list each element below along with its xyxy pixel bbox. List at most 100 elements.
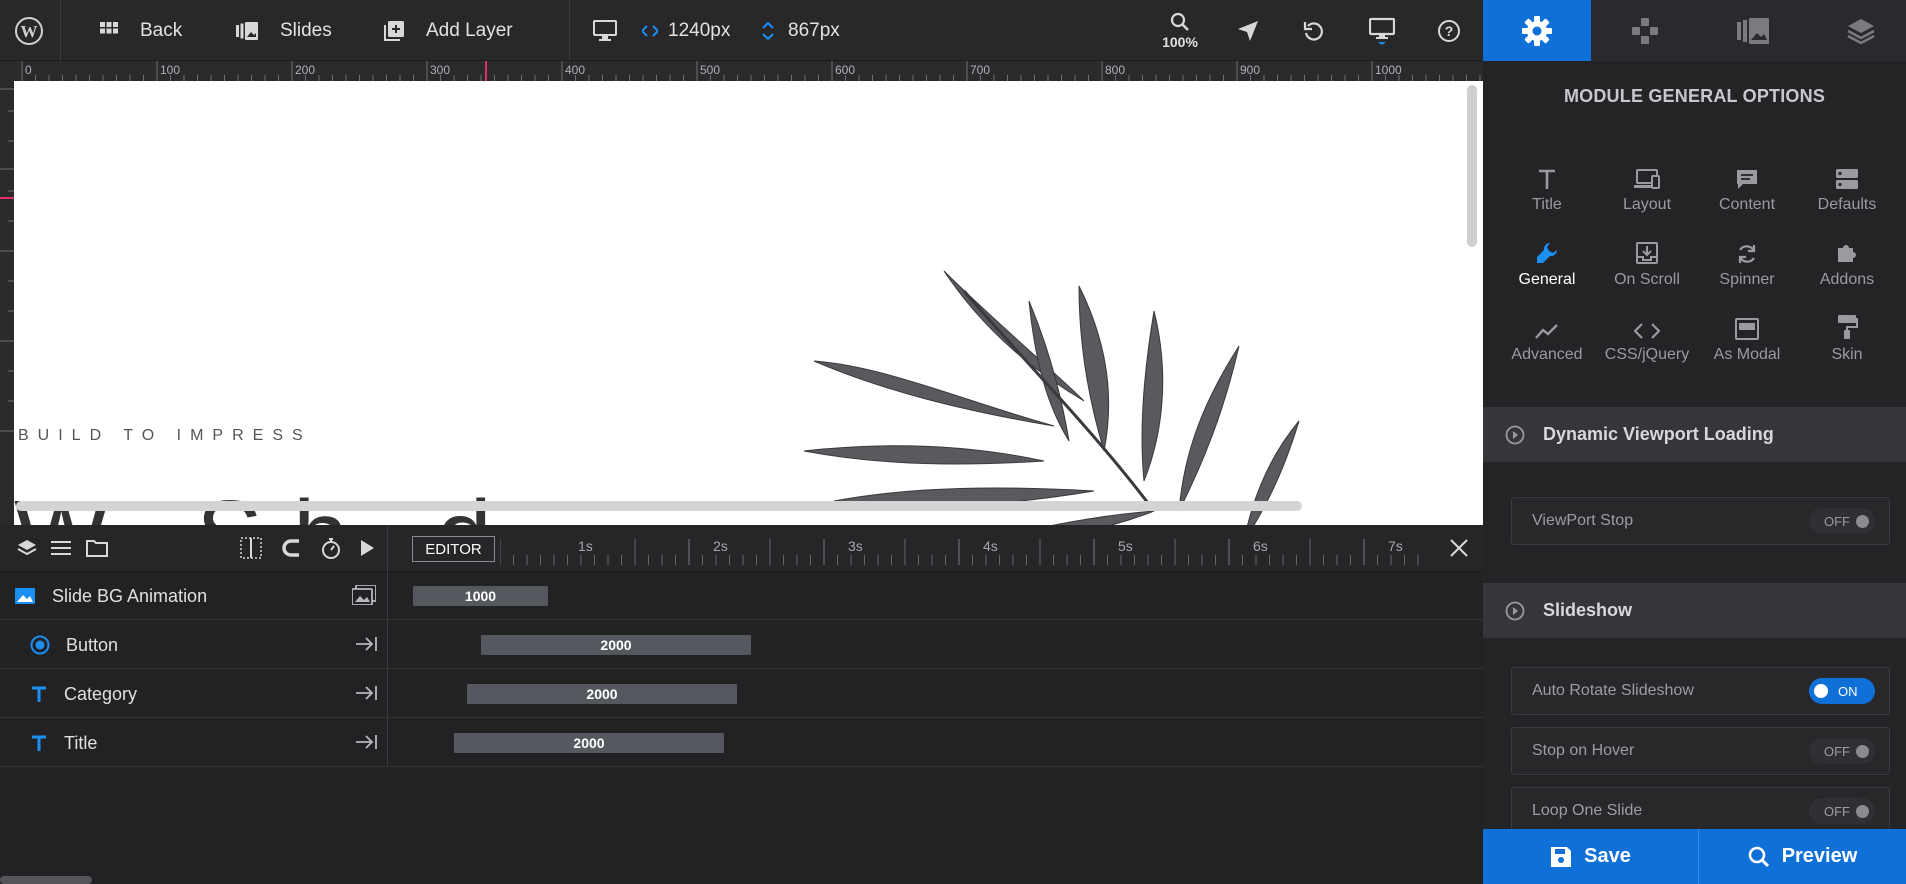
option-label: Layout xyxy=(1622,196,1672,213)
list-icon[interactable] xyxy=(48,535,74,561)
animation-bar[interactable]: 2000 xyxy=(481,635,751,655)
preview-button[interactable]: Preview xyxy=(1699,829,1906,884)
play-icon[interactable] xyxy=(354,535,380,561)
option-as-modal[interactable]: As Modal xyxy=(1697,310,1797,364)
panel-title: MODULE GENERAL OPTIONS xyxy=(1563,86,1826,106)
canvas-horizontal-scrollbar[interactable] xyxy=(16,501,1302,511)
option-label: Content xyxy=(1718,196,1776,213)
close-icon[interactable] xyxy=(1446,535,1472,561)
row-label: Category xyxy=(64,683,138,704)
option-general[interactable]: General xyxy=(1497,235,1597,289)
animation-bar[interactable]: 2000 xyxy=(467,684,737,704)
option-title[interactable]: Title xyxy=(1497,160,1597,214)
toggle-state: OFF xyxy=(1824,743,1850,759)
play-circle-icon xyxy=(1505,425,1525,445)
wordpress-logo-icon[interactable]: W xyxy=(12,0,46,61)
magnet-icon[interactable] xyxy=(278,535,304,561)
option-defaults[interactable]: Defaults xyxy=(1797,160,1897,214)
desktop-view-icon[interactable] xyxy=(1367,0,1397,61)
comment-icon xyxy=(1697,160,1797,190)
option-addons[interactable]: Addons xyxy=(1797,235,1897,289)
play-circle-icon xyxy=(1505,601,1525,621)
option-layout[interactable]: Layout xyxy=(1597,160,1697,214)
grid-dots-icon[interactable] xyxy=(238,535,264,561)
desktop-icon[interactable] xyxy=(590,0,620,61)
add-layer-button[interactable]: Add Layer xyxy=(384,0,513,61)
row-label: Title xyxy=(64,732,98,753)
settings-panel: MODULE GENERAL OPTIONS Title Layout Cont… xyxy=(1483,0,1906,884)
loop-one-slide-toggle[interactable]: OFF xyxy=(1809,798,1875,824)
jump-to-end-icon[interactable] xyxy=(356,636,378,652)
timeline-row[interactable]: Slide BG Animation 1000 xyxy=(0,572,1483,620)
stopwatch-icon[interactable] xyxy=(318,535,344,561)
slide-canvas[interactable]: BUILD TO IMPRESS W Sh d xyxy=(14,81,1483,525)
option-label: Advanced xyxy=(1511,346,1583,363)
trend-line-icon xyxy=(1497,310,1597,340)
toggle-state: OFF xyxy=(1824,513,1850,529)
background-image-icon[interactable] xyxy=(352,585,376,605)
setting-viewport-stop: ViewPort Stop OFF xyxy=(1511,497,1890,545)
width-value: 1240px xyxy=(668,19,731,41)
svg-text:?: ? xyxy=(1445,23,1454,39)
button-icon xyxy=(30,635,50,655)
tagline-text[interactable]: BUILD TO IMPRESS xyxy=(18,427,312,445)
width-field[interactable]: 1240px xyxy=(642,0,730,61)
tab-layers[interactable] xyxy=(1807,0,1906,61)
paint-roller-icon xyxy=(1797,310,1897,340)
folder-icon[interactable] xyxy=(84,535,110,561)
auto-rotate-toggle[interactable]: ON xyxy=(1809,678,1875,704)
slides-icon xyxy=(236,21,258,40)
editor-label[interactable]: EDITOR xyxy=(412,536,495,562)
ruler-label: 400 xyxy=(565,63,585,77)
animation-bar[interactable]: 1000 xyxy=(413,586,548,606)
slides-label: Slides xyxy=(280,19,332,41)
preview-label: Preview xyxy=(1781,845,1858,867)
toggle-state: OFF xyxy=(1824,803,1850,819)
setting-loop-one-slide: Loop One Slide OFF xyxy=(1511,787,1890,835)
section-label: Dynamic Viewport Loading xyxy=(1543,424,1774,444)
option-advanced[interactable]: Advanced xyxy=(1497,310,1597,364)
option-css-jquery[interactable]: CSS/jQuery xyxy=(1597,310,1697,364)
save-button[interactable]: Save xyxy=(1483,829,1698,884)
timeline-row[interactable]: Title 2000 xyxy=(0,719,1483,767)
jump-to-end-icon[interactable] xyxy=(356,734,378,750)
tab-navigation[interactable] xyxy=(1591,0,1699,61)
palm-leaf-image xyxy=(803,270,1300,525)
option-content[interactable]: Content xyxy=(1697,160,1797,214)
zoom-control[interactable]: 100% xyxy=(1160,12,1200,50)
undo-icon[interactable] xyxy=(1299,0,1329,61)
cursor-icon[interactable] xyxy=(1233,0,1263,61)
stop-on-hover-toggle[interactable]: OFF xyxy=(1809,738,1875,764)
timeline-row[interactable]: Button 2000 xyxy=(0,621,1483,669)
setting-stop-on-hover: Stop on Hover OFF xyxy=(1511,727,1890,775)
save-icon xyxy=(1550,846,1572,868)
viewport-stop-toggle[interactable]: OFF xyxy=(1809,508,1875,534)
ruler-label: 800 xyxy=(1105,63,1125,77)
setting-label: Stop on Hover xyxy=(1532,742,1635,759)
back-button[interactable]: Back xyxy=(100,0,182,61)
section-dynamic-viewport[interactable]: Dynamic Viewport Loading xyxy=(1483,407,1906,462)
timeline-row[interactable]: Category 2000 xyxy=(0,670,1483,718)
jump-to-end-icon[interactable] xyxy=(356,685,378,701)
time-label: 7s xyxy=(1388,538,1403,554)
option-skin[interactable]: Skin xyxy=(1797,310,1897,364)
layers-icon[interactable] xyxy=(14,535,40,561)
height-field[interactable]: 867px xyxy=(762,0,840,61)
search-icon xyxy=(1160,12,1200,32)
canvas-vertical-scrollbar[interactable] xyxy=(1467,85,1477,247)
setting-label: ViewPort Stop xyxy=(1532,512,1634,529)
option-label: Addons xyxy=(1819,271,1875,288)
timeline-scrollbar[interactable] xyxy=(0,876,92,884)
tab-module-settings[interactable] xyxy=(1483,0,1591,61)
option-spinner[interactable]: Spinner xyxy=(1697,235,1797,289)
row-name: Slide BG Animation xyxy=(14,572,207,620)
section-slideshow[interactable]: Slideshow xyxy=(1483,583,1906,638)
add-layer-icon xyxy=(384,20,404,41)
ruler-label: 700 xyxy=(970,63,990,77)
animation-bar[interactable]: 2000 xyxy=(454,733,724,753)
tab-slides[interactable] xyxy=(1699,0,1807,61)
option-on-scroll[interactable]: On Scroll xyxy=(1597,235,1697,289)
slides-button[interactable]: Slides xyxy=(236,0,332,61)
help-icon[interactable]: ? xyxy=(1434,0,1464,61)
timeline-toolbar: EDITOR 1s 2s 3s 4s 5s 6s 7s xyxy=(0,525,1483,572)
